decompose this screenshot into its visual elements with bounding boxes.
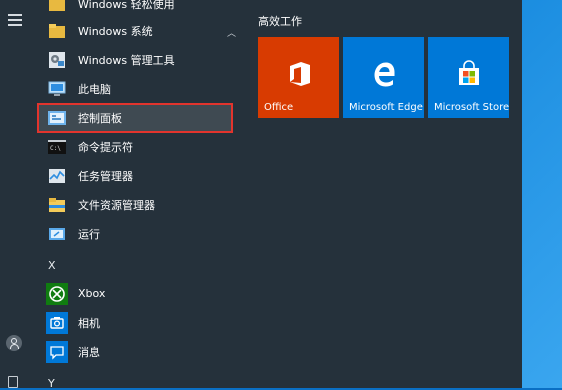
control-panel-highlight-box	[37, 103, 233, 133]
list-item-xbox[interactable]: Xbox	[46, 279, 246, 308]
hamburger-menu-icon[interactable]	[8, 14, 22, 26]
app-list: Windows 轻松使用 Windows 系统 ︿ Windows 管理工具 此…	[30, 0, 248, 390]
list-item-label: 运行	[78, 227, 100, 241]
run-icon	[46, 223, 68, 245]
tile-microsoft-edge[interactable]: Microsoft Edge	[343, 37, 424, 118]
list-item-camera[interactable]: 相机	[46, 308, 246, 337]
terminal-icon: C:\	[46, 136, 68, 158]
folder-windows-system[interactable]: Windows 系统 ︿	[46, 16, 246, 45]
task-manager-icon	[46, 165, 68, 187]
documents-icon[interactable]	[8, 376, 18, 388]
svg-text:C:\: C:\	[50, 145, 61, 152]
store-icon	[454, 59, 484, 89]
tile-label: Office	[264, 102, 294, 113]
list-item-messaging[interactable]: 消息	[46, 337, 246, 366]
list-item-label: Windows 管理工具	[78, 53, 175, 67]
file-explorer-icon	[46, 194, 68, 216]
list-item-run[interactable]: 运行	[46, 219, 246, 248]
list-item-label: Windows 轻松使用	[78, 0, 175, 11]
list-item-label: 文件资源管理器	[78, 198, 155, 212]
list-item-label: Xbox	[78, 287, 106, 300]
message-icon	[46, 340, 68, 363]
admin-tools-icon	[46, 49, 68, 71]
tile-label: Microsoft Edge	[349, 102, 423, 113]
list-item-label: 此电脑	[78, 82, 111, 96]
chevron-up-icon[interactable]: ︿	[227, 26, 236, 39]
list-item-task-manager[interactable]: 任务管理器	[46, 161, 246, 190]
folder-label: Windows 系统	[78, 24, 153, 38]
list-item-label: 消息	[78, 345, 100, 359]
list-item-file-explorer[interactable]: 文件资源管理器	[46, 190, 246, 219]
office-icon	[284, 59, 314, 89]
start-left-rail	[0, 0, 30, 388]
tile-office[interactable]: Office	[258, 37, 339, 118]
start-menu: Windows 轻松使用 Windows 系统 ︿ Windows 管理工具 此…	[0, 0, 522, 390]
list-item-admin-tools[interactable]: Windows 管理工具	[46, 45, 246, 74]
user-account-icon[interactable]	[6, 335, 22, 351]
tile-microsoft-store[interactable]: Microsoft Store	[428, 37, 509, 118]
list-item-this-pc[interactable]: 此电脑	[46, 74, 246, 103]
list-item-label: 任务管理器	[78, 169, 133, 183]
folder-icon	[46, 20, 68, 42]
camera-icon	[46, 311, 68, 334]
computer-icon	[46, 78, 68, 100]
list-item-command-prompt[interactable]: C:\ 命令提示符	[46, 132, 246, 161]
tile-section-title: 高效工作	[258, 15, 302, 28]
list-item-label: 命令提示符	[78, 140, 133, 154]
list-item-label: 相机	[78, 316, 100, 330]
xbox-icon	[46, 282, 68, 305]
letter-header-y[interactable]: Y	[48, 377, 55, 390]
edge-icon	[369, 59, 399, 89]
letter-header-x[interactable]: X	[48, 259, 56, 272]
folder-icon	[46, 0, 68, 15]
tile-label: Microsoft Store	[434, 102, 510, 113]
